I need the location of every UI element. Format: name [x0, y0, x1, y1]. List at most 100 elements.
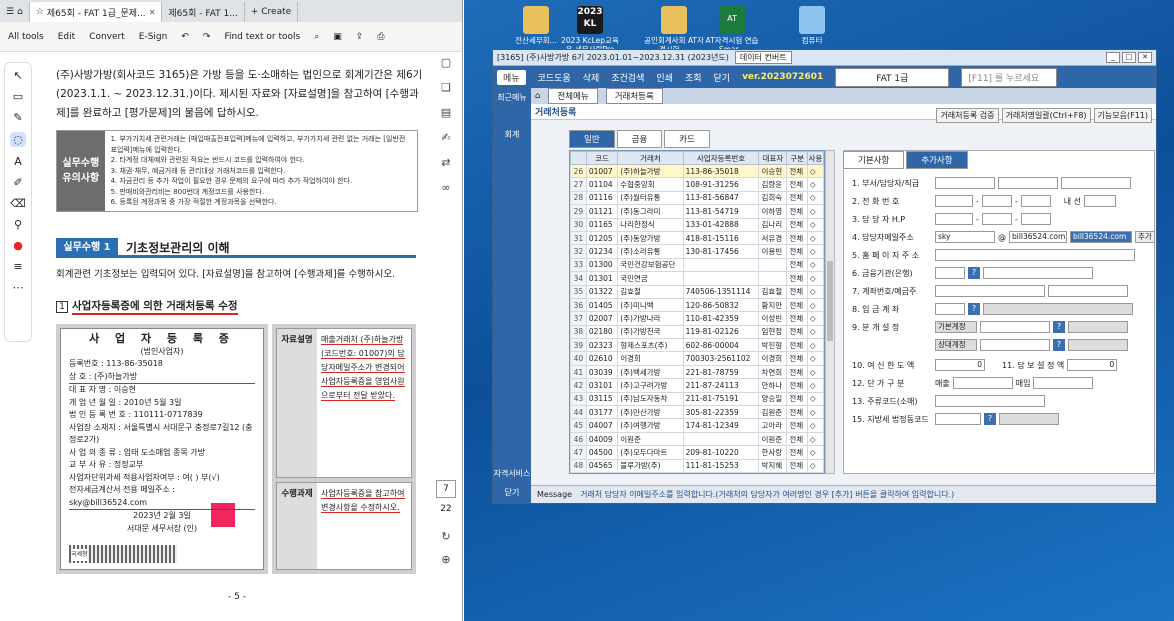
grid-cell[interactable]: 36	[570, 297, 587, 313]
grid-cell[interactable]: 한사랑	[758, 445, 788, 460]
grid-cell[interactable]: 전체	[786, 431, 808, 447]
table-row[interactable]: 27 01104 수협중앙회 108-91-31256 김량윤 전체 ◇	[570, 177, 824, 192]
share-icon[interactable]: ⇄	[441, 156, 450, 169]
staff-input[interactable]	[998, 177, 1058, 189]
table-row[interactable]: 29 01121 (주)동그라미 113-81-54719 이하영 전체 ◇	[570, 204, 824, 219]
grid-cell[interactable]: 전체	[786, 418, 808, 433]
table-row[interactable]: 43 03115 (주)남도자동차 211-81-75191 양승일 전체 ◇	[570, 391, 824, 407]
grid-cell[interactable]: 03039	[585, 364, 619, 380]
esign-button[interactable]: E-Sign	[139, 32, 168, 42]
grid-cell[interactable]: 국민연금	[617, 271, 684, 286]
grid-cell[interactable]: 전체	[786, 391, 808, 407]
holder-input[interactable]	[1048, 285, 1128, 297]
grid-cell[interactable]: 01234	[585, 244, 619, 259]
comment-panel-icon[interactable]: ▢	[441, 56, 451, 69]
sign-icon[interactable]: ✍	[441, 131, 450, 144]
grid-cell[interactable]: 48	[570, 458, 587, 473]
grid-cell[interactable]: 113-86-35018	[682, 163, 760, 179]
grid-cell[interactable]: 130-81-17456	[682, 244, 760, 259]
account-input[interactable]	[935, 285, 1045, 297]
help-icon[interactable]: ?	[1053, 321, 1065, 333]
grid-cell[interactable]: ◇	[806, 284, 824, 299]
edit-button[interactable]: Edit	[58, 32, 75, 42]
sidebar-item-cert-service[interactable]: 자격서비스	[493, 464, 531, 483]
delete-button[interactable]: 삭제	[583, 71, 600, 84]
grid-header-cell[interactable]: 사업자등록번호	[682, 151, 760, 165]
grid-cell[interactable]: 01121	[585, 204, 619, 219]
purchase-price-select[interactable]	[1033, 377, 1094, 389]
grid-cell[interactable]: ◇	[806, 405, 824, 420]
table-row[interactable]: 38 02180 (주)가방천국 119-81-02126 임현정 전체 ◇	[570, 324, 824, 340]
grid-cell[interactable]: 전체	[786, 177, 808, 192]
grid-cell[interactable]: ◇	[806, 297, 824, 313]
grid-cell[interactable]: ◇	[806, 190, 824, 206]
grid-cell[interactable]: 32	[570, 244, 587, 259]
grid-cell[interactable]: 수협중앙회	[617, 177, 684, 192]
table-row[interactable]: 31 01205 (주)동양가방 418-81-15116 서유경 전체 ◇	[570, 230, 824, 246]
color-icon[interactable]: ●	[13, 239, 23, 252]
grid-cell[interactable]	[682, 257, 760, 273]
grid-cell[interactable]: 113-81-54719	[682, 204, 760, 219]
grid-cell[interactable]: 02610	[585, 351, 619, 366]
fill-icon[interactable]: ✐	[13, 176, 22, 189]
grid-cell[interactable]: 26	[570, 163, 587, 179]
phone-input-3[interactable]	[1020, 195, 1051, 207]
grid-cell[interactable]: ◇	[806, 418, 824, 433]
grid-cell[interactable]: 전체	[786, 190, 808, 206]
link-icon[interactable]: ∞	[441, 181, 450, 194]
help-icon[interactable]: ?	[984, 413, 996, 425]
desktop-icon-at-exam[interactable]: ATAT자격시험 연습 Smar...	[702, 6, 762, 54]
default-account-input[interactable]	[980, 321, 1050, 333]
grid-cell[interactable]: 박진형	[758, 338, 788, 353]
table-row[interactable]: 37 02007 (주)가방나라 110-81-42359 이성빈 전체 ◇	[570, 311, 824, 326]
grid-cell[interactable]: 120-86-50832	[682, 297, 760, 313]
grid-cell[interactable]: 전체	[786, 378, 808, 393]
bookmark-icon[interactable]: ❏	[441, 81, 451, 94]
grid-cell[interactable]	[758, 257, 788, 273]
grid-cell[interactable]: ◇	[806, 391, 824, 407]
page-number-input[interactable]: 7	[436, 480, 456, 498]
grid-cell[interactable]: 전체	[786, 257, 808, 273]
grid-cell[interactable]: ◇	[806, 244, 824, 259]
grid-cell[interactable]: ◇	[806, 271, 824, 286]
grid-header-cell[interactable]: 코드	[585, 151, 619, 165]
grid-header-cell[interactable]: 대표자	[758, 151, 788, 165]
help-icon[interactable]: ?	[1053, 339, 1065, 351]
grid-cell[interactable]: 이원준	[617, 431, 684, 447]
table-row[interactable]: 39 02323 형제스포츠(주) 602-86-00004 박진형 전체 ◇	[570, 338, 824, 353]
tab-client-register[interactable]: 거래처등록	[605, 88, 663, 104]
grid-cell[interactable]: ◇	[806, 338, 824, 353]
grid-cell[interactable]: 02007	[585, 311, 619, 326]
sidebar-item-close[interactable]: 닫기	[493, 483, 531, 502]
grid-cell[interactable]: ◇	[806, 324, 824, 340]
menu-search-input[interactable]: [F11] 를 누르세요	[961, 67, 1058, 87]
bank-name-input[interactable]	[983, 267, 1093, 279]
sidebar-item-recent[interactable]: 최근메뉴	[493, 88, 531, 107]
grid-cell[interactable]: 전체	[786, 230, 808, 246]
grid-cell[interactable]: 01104	[585, 177, 619, 192]
credit-limit-input[interactable]: 0	[935, 359, 985, 371]
upload-icon[interactable]: ⇪	[356, 32, 364, 42]
tab-card[interactable]: 카드	[664, 130, 710, 148]
grid-cell[interactable]: 221-81-78759	[682, 364, 760, 380]
desktop-icon-computer[interactable]: 컴퓨터	[782, 6, 842, 45]
grid-cell[interactable]: 전체	[786, 458, 808, 473]
desktop-icon-kclep[interactable]: 2023KL2023 KcLep교육용 세무사랑Pro	[560, 6, 620, 54]
grid-cell[interactable]: 전체	[786, 297, 808, 313]
bank-code-input[interactable]	[935, 267, 965, 279]
table-row[interactable]: 30 01165 나리한정식 133-01-42888 김나리 전체 ◇	[570, 217, 824, 232]
grid-cell[interactable]: (주)모두다마트	[617, 445, 684, 460]
bulk-name-button[interactable]: 거래처명일괄(Ctrl+F8)	[1001, 108, 1091, 123]
grid-scrollbar[interactable]	[825, 150, 835, 474]
grid-cell[interactable]: 01301	[585, 271, 619, 286]
email-local-input[interactable]: sky	[935, 231, 995, 243]
grid-cell[interactable]: 전체	[786, 284, 808, 299]
search-icon[interactable]: ⌕	[314, 32, 319, 42]
grid-header-cell[interactable]: 구분	[786, 151, 808, 165]
grid-cell[interactable]: 01116	[585, 190, 619, 206]
grid-cell[interactable]: 전체	[786, 324, 808, 340]
grid-cell[interactable]: 전체	[786, 364, 808, 380]
grid-cell[interactable]: ◇	[806, 364, 824, 380]
grid-cell[interactable]: 임현정	[758, 324, 788, 340]
table-row[interactable]: 26 01007 (주)하늘가방 113-86-35018 이승현 전체 ◇	[570, 163, 824, 179]
